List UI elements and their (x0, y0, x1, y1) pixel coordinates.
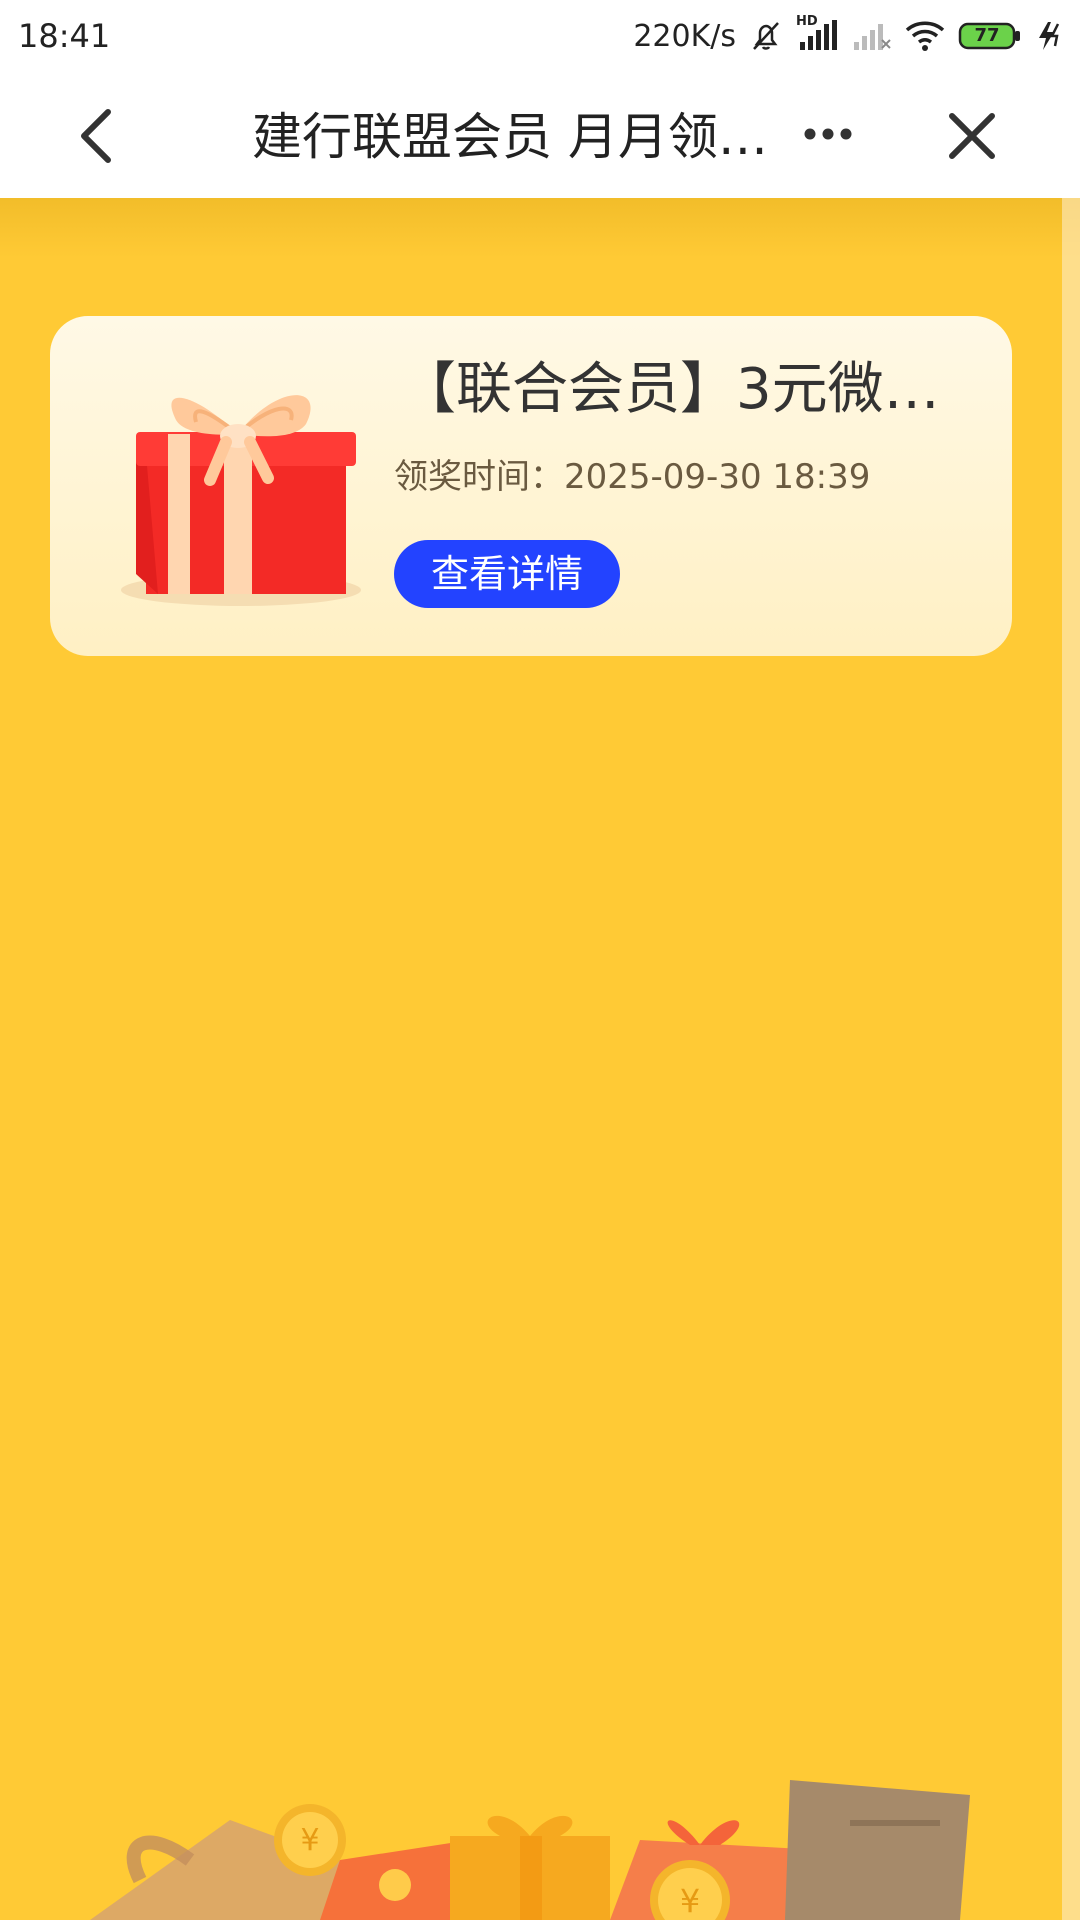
prize-time: 领奖时间：2025-09-30 18:39 (394, 457, 871, 497)
battery-level: 77 (974, 25, 1000, 46)
more-dots-icon[interactable] (800, 104, 860, 164)
coin-left-glyph: ¥ (300, 1823, 319, 1858)
status-time: 18:41 (18, 17, 111, 55)
hd-signal-icon: HD (796, 14, 840, 54)
status-bar: 18:41 220K/s HD 77 (0, 0, 1080, 74)
net-speed: 220K/s (633, 18, 736, 54)
battery-icon: 77 (958, 21, 1022, 51)
view-details-button[interactable]: 查看详情 (394, 540, 620, 608)
page-title: 建行联盟会员 月月领… (252, 108, 768, 166)
status-icons: 220K/s HD 77 (633, 14, 1064, 58)
bottom-decoration: ¥ ¥ (90, 1780, 970, 1920)
no-signal-icon (854, 24, 891, 50)
prize-card: 【联合会员】3元微… 领奖时间：2025-09-30 18:39 查看详情 (50, 316, 1012, 656)
charging-icon (1039, 22, 1060, 50)
mute-bell-icon (753, 22, 779, 50)
title-shadow (0, 198, 1080, 258)
coin-right-glyph: ¥ (680, 1882, 700, 1920)
wifi-icon (905, 21, 945, 51)
prize-name: 【联合会员】3元微… (400, 357, 940, 422)
close-icon[interactable] (932, 96, 1012, 176)
title-bar: 建行联盟会员 月月领… (0, 74, 1080, 198)
back-arrow-icon[interactable] (62, 98, 138, 174)
gift-box-icon (121, 395, 361, 606)
edge-strip (1062, 198, 1080, 1920)
